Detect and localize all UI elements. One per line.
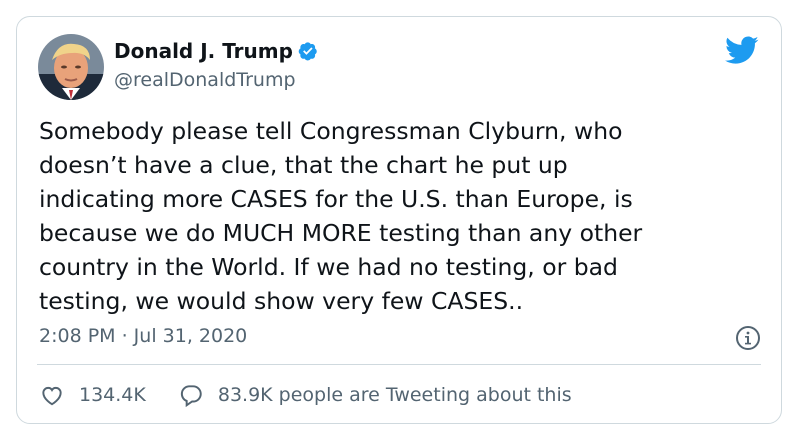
tweet-text-line: Somebody please tell Congressman Clyburn… bbox=[39, 117, 623, 145]
info-icon[interactable] bbox=[735, 325, 761, 351]
tweet-text-line: indicating more CASES for the U.S. than … bbox=[39, 185, 633, 213]
twitter-bird-icon[interactable] bbox=[725, 36, 759, 66]
tweet-text: Somebody please tell Congressman Clyburn… bbox=[39, 114, 759, 318]
author-name-row[interactable]: Donald J. Trump bbox=[114, 37, 318, 65]
verified-badge-icon bbox=[298, 41, 318, 61]
tweet-actions: 134.4K 83.9K people are Tweeting about t… bbox=[39, 381, 572, 409]
reply-label: 83.9K people are Tweeting about this bbox=[217, 384, 572, 406]
like-count: 134.4K bbox=[79, 384, 146, 406]
tweet-text-line: country in the World. If we had no testi… bbox=[39, 253, 618, 281]
heart-icon bbox=[42, 386, 62, 406]
reply-bubble-icon bbox=[180, 385, 202, 408]
display-name[interactable]: Donald J. Trump bbox=[114, 39, 293, 63]
author-handle[interactable]: @realDonaldTrump bbox=[114, 69, 296, 91]
tweet-text-line: doesn’t have a clue, that the chart he p… bbox=[39, 151, 568, 179]
avatar-image bbox=[38, 34, 104, 100]
tweet-text-line: because we do MUCH MORE testing than any… bbox=[39, 219, 643, 247]
divider bbox=[37, 364, 761, 365]
reply-button[interactable]: 83.9K people are Tweeting about this bbox=[178, 382, 572, 408]
avatar[interactable] bbox=[38, 34, 104, 100]
like-button[interactable]: 134.4K bbox=[39, 382, 146, 408]
tweet-card[interactable]: Donald J. Trump @realDonaldTrump Somebod… bbox=[16, 16, 782, 424]
tweet-text-line: testing, we would show very few CASES.. bbox=[39, 287, 524, 315]
tweet-timestamp[interactable]: 2:08 PM · Jul 31, 2020 bbox=[39, 325, 247, 347]
